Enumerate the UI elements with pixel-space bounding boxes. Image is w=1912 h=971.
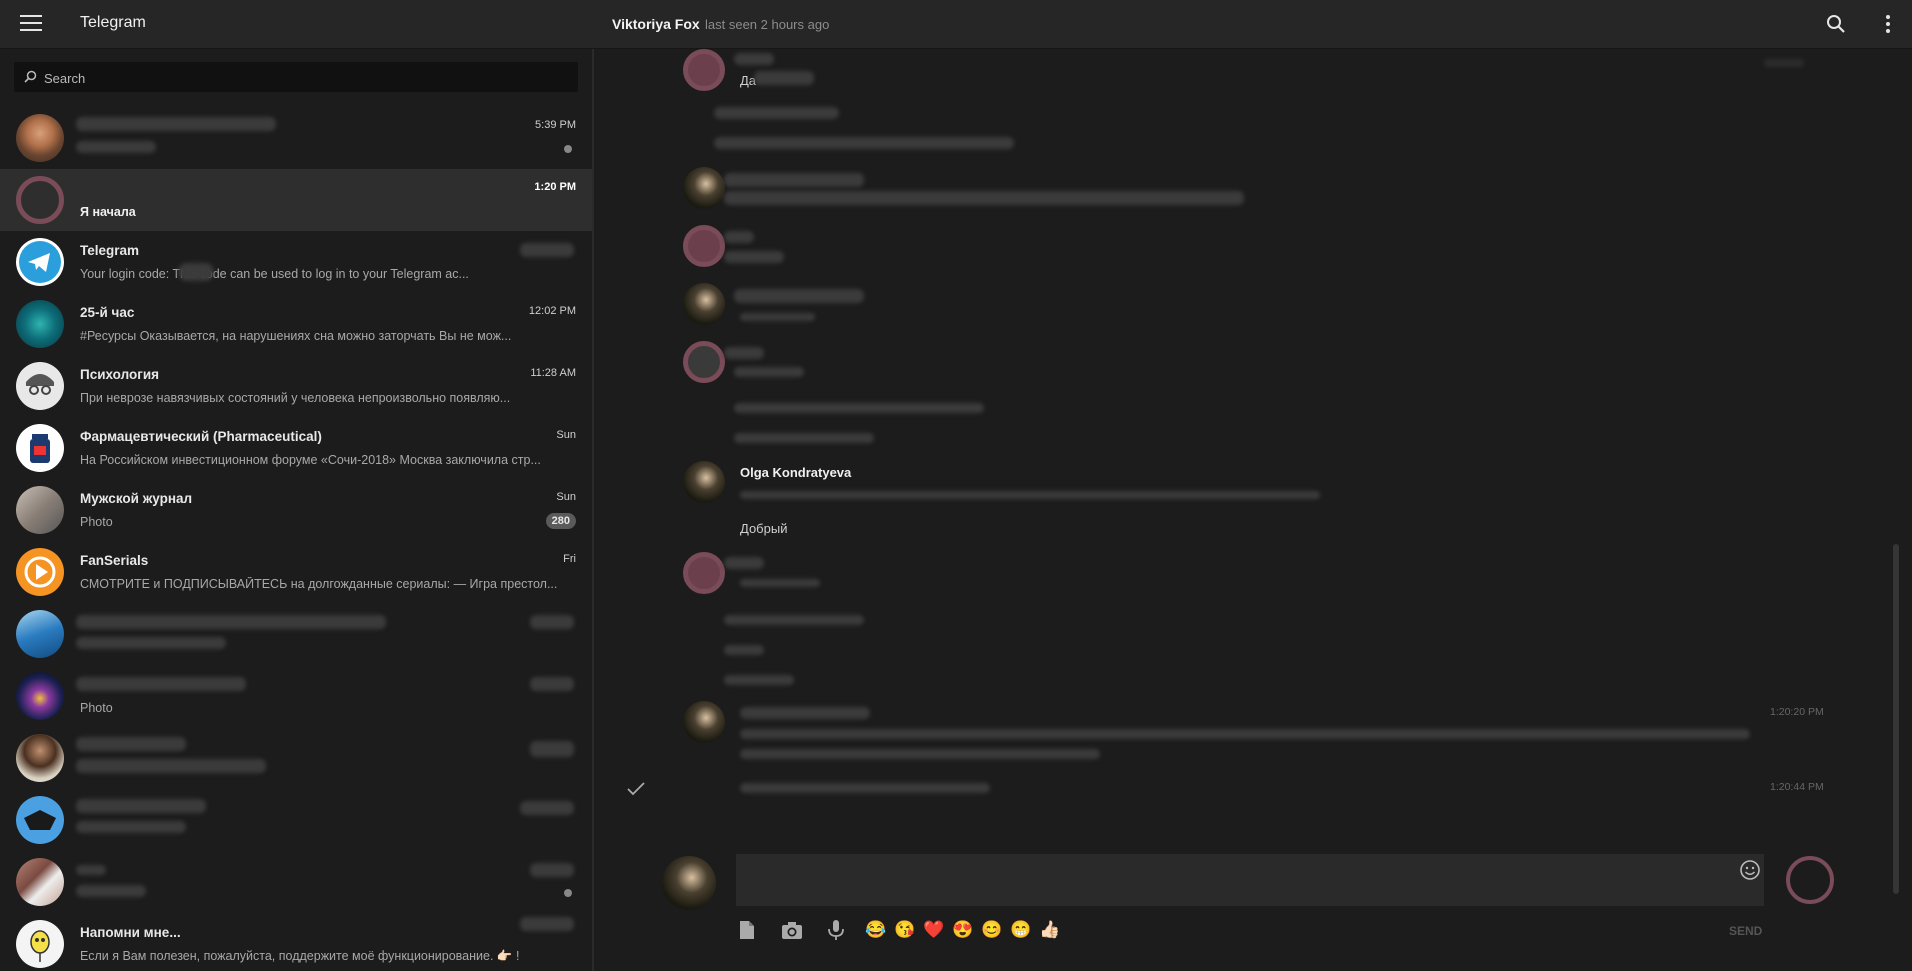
dialog-text: СМОТРИТЕ и ПОДПИСЫВАЙТЕСЬ на долгожданны… [80, 577, 558, 591]
dialog-time: 11:28 AM [530, 367, 576, 379]
dialog-item[interactable]: Photo [0, 665, 592, 727]
avatar[interactable] [683, 341, 725, 383]
quick-emoji[interactable]: 👍🏻 [1039, 919, 1060, 941]
pill-bottle-icon [16, 424, 64, 472]
quick-emoji[interactable]: 😁 [1010, 919, 1031, 941]
dialog-item[interactable] [0, 851, 592, 913]
telegram-plane-icon [16, 238, 64, 286]
dialog-time: Fri [563, 553, 576, 565]
dialog-item[interactable]: FanSerials СМОТРИТЕ и ПОДПИСЫВАЙТЕСЬ на … [0, 541, 592, 603]
dialog-item[interactable] [0, 789, 592, 851]
avatar[interactable] [683, 167, 725, 209]
document-icon[interactable] [736, 919, 758, 941]
search-icon[interactable] [1826, 14, 1846, 34]
avatar[interactable] [683, 283, 725, 325]
dialog-title: Telegram [80, 243, 140, 258]
wave-photo-icon [16, 610, 64, 658]
dialog-time: Sun [556, 429, 576, 441]
dialog-title: 25-й час [80, 305, 135, 320]
message-input[interactable] [736, 854, 1764, 906]
camera-icon[interactable] [781, 919, 803, 941]
dialog-list: 5:39 PM Я начала 1:20 PM Telegram Your l… [0, 107, 592, 971]
avatar[interactable] [683, 552, 725, 594]
dialog-time: Sun [556, 491, 576, 503]
paper-photo-icon [16, 858, 64, 906]
search-small-icon [24, 70, 37, 83]
top-bar: Telegram Viktoriya Fox last seen 2 hours… [0, 0, 1912, 49]
dialog-time: 5:39 PM [535, 119, 576, 131]
avatar[interactable] [683, 225, 725, 267]
dialog-text: #Ресурсы Оказывается, на нарушениях сна … [80, 329, 512, 343]
dialog-title: Психология [80, 367, 160, 382]
dialog-text: Если я Вам полезен, пожалуйста, поддержи… [80, 949, 520, 963]
search-input[interactable] [42, 62, 566, 94]
more-vertical-icon[interactable] [1880, 13, 1896, 35]
dialog-text: При неврозе навязчивых состояний у челов… [80, 391, 511, 405]
menu-icon[interactable] [20, 15, 42, 33]
quick-emoji[interactable]: 😘 [894, 919, 915, 941]
microphone-icon[interactable] [825, 919, 847, 941]
send-button[interactable]: SEND [1729, 924, 1762, 938]
photo-hand-icon [16, 486, 64, 534]
avatar [662, 856, 716, 910]
send-circle-button[interactable] [1786, 856, 1834, 904]
dialog-item[interactable]: Telegram Your login code: This code can … [0, 231, 592, 293]
dialog-text: На Российском инвестиционном форуме «Соч… [80, 453, 541, 467]
ring-placeholder-icon [16, 176, 64, 224]
quick-emoji[interactable]: ❤️ [923, 919, 944, 941]
quick-emoji[interactable]: 😍 [952, 919, 973, 941]
dialog-item[interactable]: 25-й час #Ресурсы Оказывается, на наруше… [0, 293, 592, 355]
dialog-item[interactable]: Психология При неврозе навязчивых состоя… [0, 355, 592, 417]
unread-badge: 280 [545, 513, 576, 529]
app-title: Telegram [80, 14, 146, 31]
sidebar: 5:39 PM Я начала 1:20 PM Telegram Your l… [0, 49, 594, 971]
glasses-face-icon [16, 362, 64, 410]
avatar[interactable] [683, 701, 725, 743]
person-photo-icon [16, 734, 64, 782]
dialog-item[interactable]: Фармацевтический (Pharmaceutical) На Рос… [0, 417, 592, 479]
dialog-text: Photo [80, 701, 113, 715]
dialog-title: Фармацевтический (Pharmaceutical) [80, 429, 322, 444]
dialog-item[interactable] [0, 603, 592, 665]
message-text: Добрый [740, 521, 788, 536]
dialog-title: Напомни мне... [80, 925, 181, 940]
avatar[interactable] [683, 49, 725, 91]
dialog-time: 1:20 PM [534, 181, 576, 193]
peer-name[interactable]: Viktoriya Fox [612, 16, 700, 32]
dialog-time: 12:02 PM [528, 305, 576, 317]
brain-icon [16, 300, 64, 348]
smiley-icon[interactable] [1739, 859, 1761, 881]
dialog-item[interactable]: Я начала 1:20 PM [0, 169, 592, 231]
play-icon [16, 548, 64, 596]
dialog-item[interactable]: Напомни мне... Если я Вам полезен, пожал… [0, 913, 592, 971]
dialog-item[interactable]: 5:39 PM [0, 107, 592, 169]
search-box[interactable] [14, 62, 578, 94]
chat-area: Да Olga Kondratyeva Добрый 1:20:20 PM 1:… [594, 49, 1912, 971]
dialog-title: FanSerials [80, 553, 149, 568]
blue-photo-icon [16, 796, 64, 844]
scrollbar[interactable] [1893, 544, 1899, 894]
dialog-item[interactable] [0, 727, 592, 789]
avatar[interactable] [683, 461, 725, 503]
message-author[interactable]: Olga Kondratyeva [740, 465, 851, 480]
photo-man-icon [16, 114, 64, 162]
peer-status: last seen 2 hours ago [705, 17, 830, 32]
dialog-item[interactable]: Мужской журнал Photo Sun 280 [0, 479, 592, 541]
dialog-text: Я начала [80, 205, 136, 219]
robot-icon [16, 920, 64, 968]
unread-dot [564, 145, 572, 153]
message-time: 1:20:20 PM [1770, 706, 1824, 718]
dialog-text: Photo [80, 515, 113, 529]
dialog-text: Your login code: This code can be used t… [80, 267, 469, 281]
dialog-title: Мужской журнал [80, 491, 193, 506]
quick-emoji[interactable]: 😊 [981, 919, 1002, 941]
message-time: 1:20:44 PM [1770, 781, 1824, 793]
space-photo-icon [16, 672, 64, 720]
quick-emoji[interactable]: 😂 [865, 919, 886, 941]
unread-dot [564, 889, 572, 897]
check-icon [627, 782, 645, 796]
